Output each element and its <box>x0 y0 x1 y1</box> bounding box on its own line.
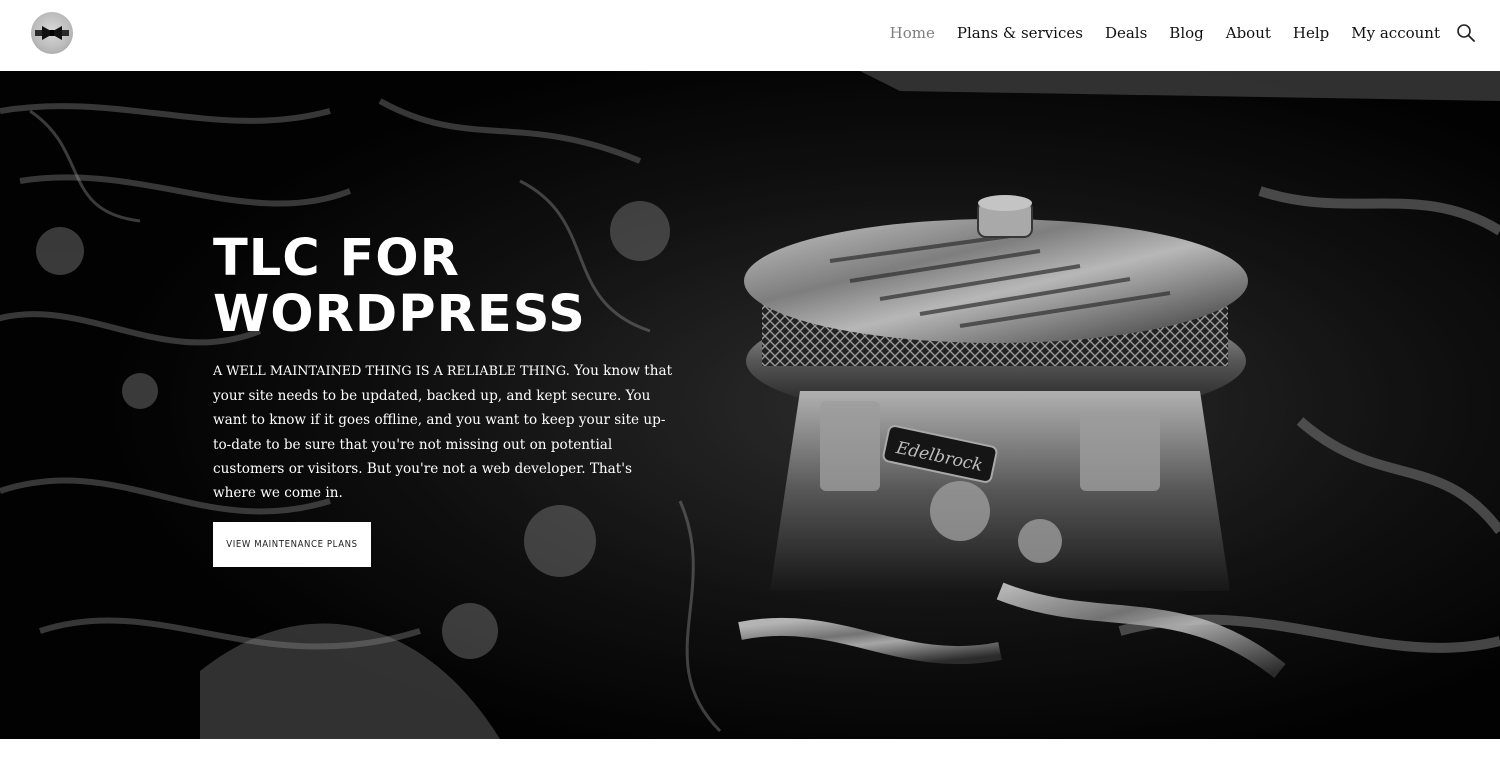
hero-title-line2: WORDPRESS <box>213 285 586 344</box>
nav-item-home[interactable]: Home <box>890 21 935 45</box>
hero-body: You know that your site needs to be upda… <box>213 363 673 502</box>
page-bottom-strip <box>0 739 1500 760</box>
search-button[interactable] <box>1456 23 1476 43</box>
site-logo[interactable] <box>31 12 73 54</box>
nav-item-about[interactable]: About <box>1226 21 1271 45</box>
site-header: Home Plans & services Deals Blog About H… <box>0 0 1500 71</box>
search-icon <box>1457 24 1475 42</box>
hero-title-line1: TLC FOR <box>213 229 460 288</box>
nav-item-my-account[interactable]: My account <box>1351 21 1440 45</box>
hero-section: Edelbrock TLC FOR WORDPRESS A well maint… <box>0 71 1500 739</box>
nav-item-deals[interactable]: Deals <box>1105 21 1147 45</box>
main-nav: Home Plans & services Deals Blog About H… <box>868 21 1440 45</box>
bowtie-logo-icon <box>35 26 69 40</box>
view-maintenance-plans-button[interactable]: View maintenance plans <box>213 522 371 567</box>
nav-item-plans-services[interactable]: Plans & services <box>957 21 1083 45</box>
nav-item-blog[interactable]: Blog <box>1169 21 1203 45</box>
hero-title: TLC FOR WORDPRESS <box>213 231 733 343</box>
nav-item-help[interactable]: Help <box>1293 21 1329 45</box>
hero-lead: A well maintained thing is a reliable th… <box>213 364 570 379</box>
hero-description: A well maintained thing is a reliable th… <box>213 359 675 505</box>
